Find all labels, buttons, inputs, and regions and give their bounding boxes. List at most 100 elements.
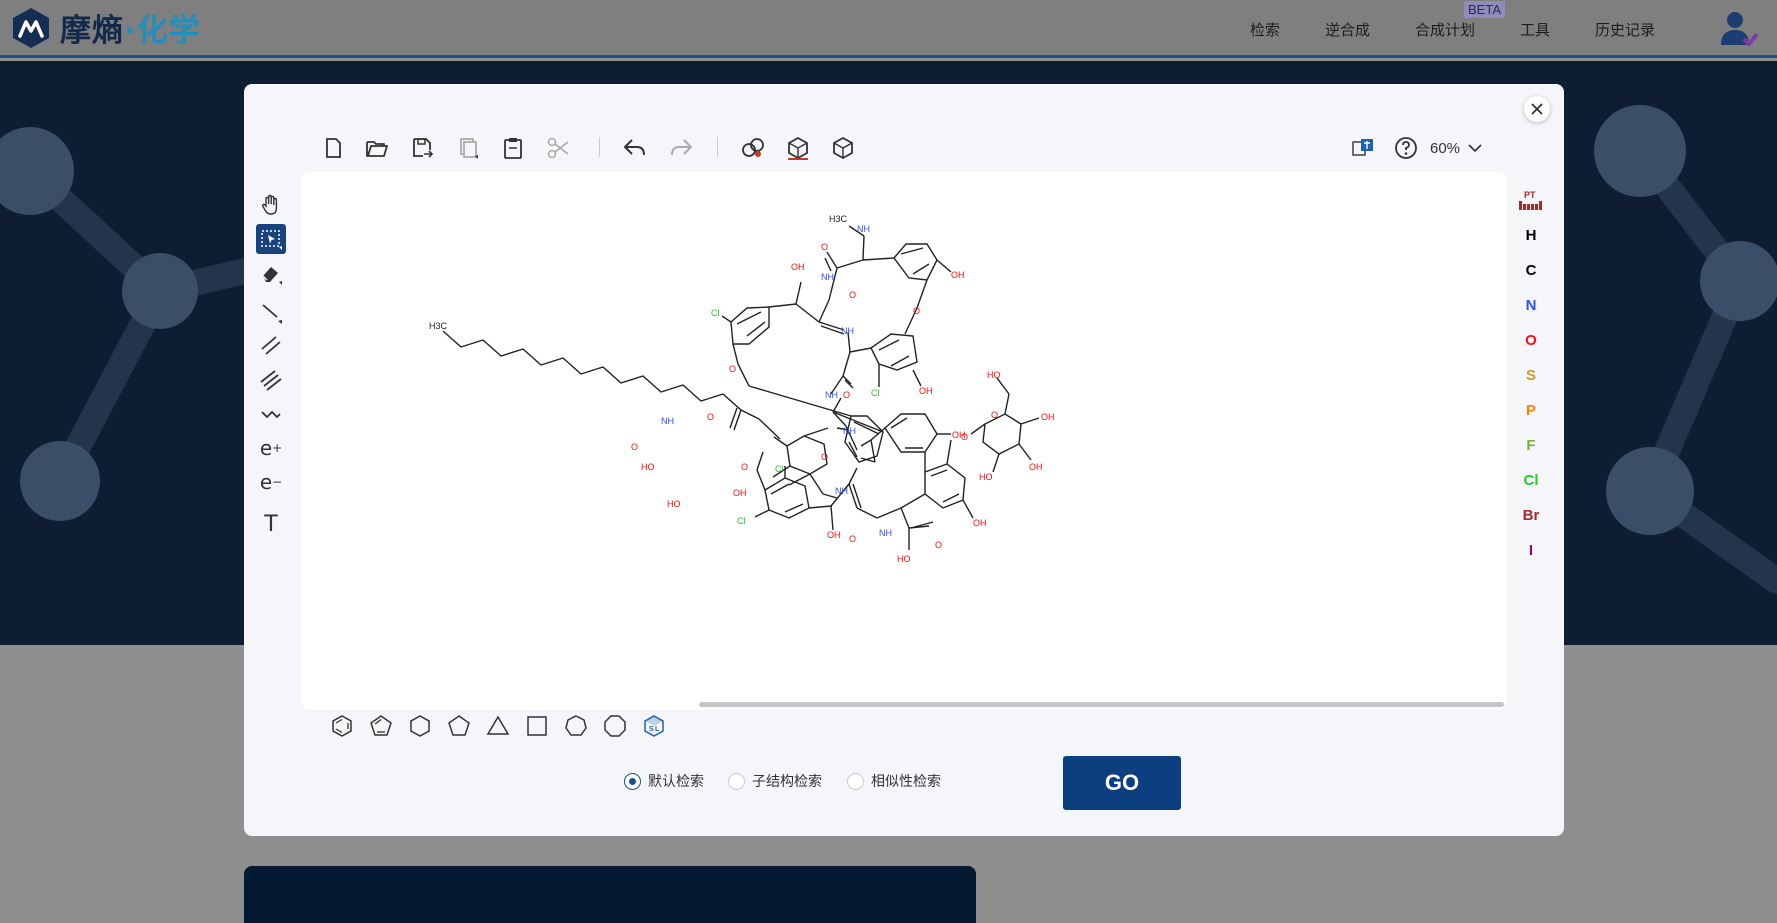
label-oh: OH (733, 488, 747, 498)
element-p[interactable]: P (1516, 398, 1546, 424)
svg-text:L: L (655, 726, 660, 733)
save-file-icon[interactable] (409, 135, 435, 161)
label-o: O (821, 452, 828, 462)
svg-text:S: S (649, 726, 654, 733)
label-nh: NH (825, 390, 838, 400)
element-h[interactable]: H (1516, 223, 1546, 249)
charge-minus-label: e (259, 470, 273, 494)
molecule-atom-labels: H3C H3C NH O OH NH O NH OH O Cl O Cl OH … (429, 214, 1055, 564)
label-o: O (991, 410, 998, 420)
label-o: O (913, 306, 920, 316)
element-symbol: Cl (1523, 472, 1539, 489)
element-f[interactable]: F (1516, 433, 1546, 459)
charge-minus-sup: − (272, 475, 283, 489)
label-o: O (741, 462, 748, 472)
help-icon[interactable] (1393, 135, 1419, 161)
label-h3c-chain: H3C (429, 321, 448, 331)
element-s[interactable]: S (1516, 363, 1546, 389)
redo-icon[interactable] (668, 135, 694, 161)
zoom-select[interactable]: 60% (1430, 140, 1482, 157)
element-symbol: Br (1522, 507, 1540, 524)
label-o: O (631, 442, 638, 452)
cyclopentadiene-icon[interactable] (366, 711, 396, 741)
label-nh: NH (843, 426, 856, 436)
search-option-label: 相似性检索 (871, 774, 941, 790)
close-icon (1531, 103, 1543, 115)
cut-icon[interactable] (545, 135, 571, 161)
zoom-level: 60% (1430, 140, 1461, 157)
label-ho: HO (979, 472, 993, 482)
search-option-similarity[interactable]: 相似性检索 (847, 771, 941, 791)
go-button[interactable]: GO (1063, 756, 1181, 810)
cycloheptane-icon[interactable] (561, 711, 591, 741)
periodic-table-label: PT (1524, 190, 1536, 200)
hand-tool-icon[interactable] (256, 190, 286, 220)
clean-up-icon[interactable] (740, 135, 766, 161)
horizontal-scrollbar[interactable] (699, 702, 1504, 707)
label-ho: HO (897, 554, 911, 564)
benzene-ring-icon[interactable] (327, 711, 357, 741)
label-cl: Cl (737, 516, 746, 526)
search-option-default[interactable]: 默认检索 (624, 771, 704, 791)
close-button[interactable] (1524, 96, 1550, 122)
element-br[interactable]: Br (1516, 503, 1546, 529)
charge-plus-sup: + (272, 441, 283, 455)
periodic-table-icon[interactable]: PT (1516, 189, 1546, 215)
user-avatar-icon[interactable] (1718, 9, 1760, 49)
double-bond-tool-icon[interactable] (256, 331, 286, 361)
label-o: O (821, 242, 828, 252)
label-nh: NH (879, 528, 892, 538)
paste-icon[interactable] (500, 135, 526, 161)
copy-icon[interactable] (455, 135, 481, 161)
label-nh: NH (857, 224, 870, 234)
nav-item-history[interactable]: 历史记录 (1595, 19, 1655, 40)
element-n[interactable]: N (1516, 293, 1546, 319)
label-oh: OH (973, 518, 987, 528)
open-file-icon[interactable] (364, 135, 390, 161)
triple-bond-tool-icon[interactable] (256, 365, 286, 395)
toolbar-separator (717, 137, 718, 157)
cyclobutane-icon[interactable] (522, 711, 552, 741)
label-ho: HO (987, 370, 1001, 380)
charge-plus-tool[interactable]: e + (256, 433, 286, 463)
toolbar-separator (599, 137, 600, 157)
label-nh: NH (835, 486, 848, 496)
nav-item-retrosynthesis[interactable]: 逆合成 (1325, 19, 1370, 40)
select-tool-icon[interactable] (256, 224, 286, 254)
brand-logo[interactable]: 摩熵·化学 (10, 5, 201, 50)
undo-icon[interactable] (622, 135, 648, 161)
label-nh: NH (841, 326, 854, 336)
label-o: O (729, 364, 736, 374)
3d-view-icon[interactable] (830, 135, 856, 161)
structure-editor-modal: 60% e + e − T H3C H3C NH O OH NH O NH OH… (244, 84, 1564, 836)
nav-item-search[interactable]: 检索 (1250, 19, 1280, 40)
nav-item-synthesis-plan[interactable]: 合成计划 (1415, 19, 1475, 40)
element-cl[interactable]: Cl (1516, 468, 1546, 494)
element-symbol: S (1525, 367, 1536, 384)
text-tool[interactable]: T (256, 509, 286, 539)
element-o[interactable]: O (1516, 328, 1546, 354)
cyclopentane-icon[interactable] (444, 711, 474, 741)
label-ho: HO (667, 499, 681, 509)
cyclohexane-icon[interactable] (405, 711, 435, 741)
element-i[interactable]: I (1516, 538, 1546, 564)
label-o: O (843, 390, 850, 400)
search-option-substructure[interactable]: 子结构检索 (728, 771, 822, 791)
chevron-down-icon (1468, 144, 1482, 153)
chain-tool-icon[interactable] (256, 399, 286, 429)
element-c[interactable]: C (1516, 258, 1546, 284)
label-o: O (849, 290, 856, 300)
cyclooctane-icon[interactable] (600, 711, 630, 741)
charge-minus-tool[interactable]: e − (256, 467, 286, 497)
3d-structure-icon[interactable] (785, 135, 811, 161)
single-bond-tool-icon[interactable] (256, 297, 286, 327)
nav-item-tools[interactable]: 工具 (1520, 19, 1550, 40)
label-oh: OH (827, 530, 841, 540)
language-switch-icon[interactable] (1350, 135, 1376, 161)
eraser-tool-icon[interactable] (256, 259, 286, 289)
label-ho: HO (641, 462, 655, 472)
cyclopropane-icon[interactable] (483, 711, 513, 741)
drawing-canvas[interactable]: H3C H3C NH O OH NH O NH OH O Cl O Cl OH … (301, 172, 1507, 710)
new-file-icon[interactable] (320, 135, 346, 161)
template-library-icon[interactable]: SL (639, 711, 669, 741)
